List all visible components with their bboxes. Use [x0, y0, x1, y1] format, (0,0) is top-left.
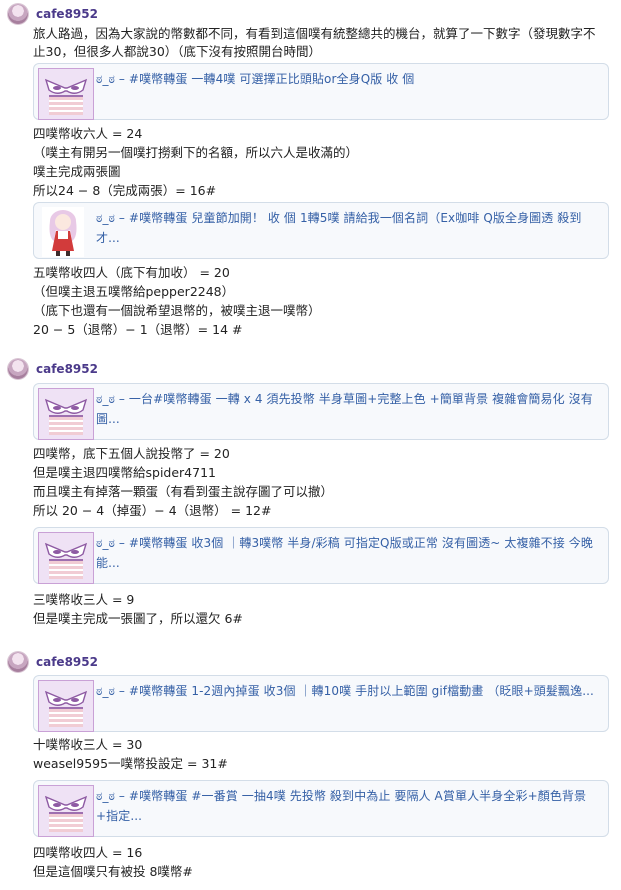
text-line: 所以24 − 8（完成兩張）= 16# [33, 183, 217, 198]
text-line: 十噗幣收三人 = 30 [33, 737, 143, 752]
text-line: 但是噗主退四噗幣給spider4711 [33, 465, 216, 480]
card-link-text[interactable]: ಠ_ಠ – #噗幣轉蛋 1-2週內掉蛋 收3個 ｜轉10噗 手肘以上範圍 gif… [96, 681, 601, 701]
avatar[interactable] [8, 652, 28, 672]
mask-icon [38, 785, 94, 837]
plurk-link-card[interactable]: ಠ_ಠ – #噗幣轉蛋 1-2週內掉蛋 收3個 ｜轉10噗 手肘以上範圍 gif… [33, 675, 609, 732]
author-name[interactable]: cafe8952 [36, 362, 98, 376]
text-line: weasel9595一噗幣投設定 = 31# [33, 756, 228, 771]
mask-icon [38, 680, 94, 732]
text-line: 但是這個噗只有被投 8噗幣# [33, 864, 193, 879]
text-line: 所以 20 − 4（掉蛋）− 4（退幣） = 12# [33, 503, 272, 518]
post-header: cafe8952 [8, 2, 98, 26]
plurk-link-card[interactable]: ಠ_ಠ – #噗幣轉蛋 兒童節加開！ 收 個 1轉5噗 請給我一個名詞（Ex咖啡… [33, 202, 609, 259]
avatar[interactable] [8, 359, 28, 379]
text-line: （噗主有開另一個噗打撈剩下的名額，所以六人是收滿的） [33, 145, 359, 160]
text-line: 但是噗主完成一張圖了，所以還欠 6# [33, 611, 243, 626]
card-link-text[interactable]: ಠ_ಠ – #噗幣轉蛋 收3個 ｜轉3噗幣 半身/彩稿 可指定Q版或正常 沒有圖… [96, 533, 601, 573]
post-intro: 旅人路過，因為大家說的幣數都不同，有看到這個噗有統整總共的機台，就算了一下數字（… [33, 26, 596, 59]
mask-icon [38, 68, 94, 120]
author-name[interactable]: cafe8952 [36, 655, 98, 669]
mask-icon [38, 532, 94, 584]
text-line: （但噗主退五噗幣給pepper2248） [33, 284, 235, 299]
plurk-link-card[interactable]: ಠ_ಠ – #噗幣轉蛋 #一番賞 一抽4噗 先投幣 殺到中為止 要隔人 A賞單人… [33, 780, 609, 837]
text-line: 20 − 5（退幣）− 1（退幣）= 14 # [33, 322, 243, 337]
text-line: 而且噗主有掉落一顆蛋（有看到蛋主說存圖了可以撤） [33, 484, 334, 499]
text-line: 四噗幣收四人 = 16 [33, 845, 143, 860]
card-link-text[interactable]: ಠ_ಠ – 一台#噗幣轉蛋 一轉 x 4 須先投幣 半身草圖+完整上色 +簡單背… [96, 389, 601, 429]
text-line: 四噗幣，底下五個人說投幣了 = 20 [33, 446, 230, 461]
chibi-girl-thumbnail [42, 207, 84, 257]
card-link-text[interactable]: ಠ_ಠ – #噗幣轉蛋 #一番賞 一抽4噗 先投幣 殺到中為止 要隔人 A賞單人… [96, 786, 601, 826]
text-line: 三噗幣收三人 = 9 [33, 592, 135, 607]
post-header: cafe8952 [8, 357, 98, 381]
card-link-text[interactable]: ಠ_ಠ – #噗幣轉蛋 兒童節加開！ 收 個 1轉5噗 請給我一個名詞（Ex咖啡… [96, 208, 601, 248]
plurk-link-card[interactable]: ಠ_ಠ – #噗幣轉蛋 收3個 ｜轉3噗幣 半身/彩稿 可指定Q版或正常 沒有圖… [33, 527, 609, 584]
post-header: cafe8952 [8, 650, 98, 674]
mask-icon [38, 388, 94, 440]
plurk-link-card[interactable]: ಠ_ಠ – 一台#噗幣轉蛋 一轉 x 4 須先投幣 半身草圖+完整上色 +簡單背… [33, 383, 609, 440]
author-name[interactable]: cafe8952 [36, 7, 98, 21]
text-line: 噗主完成兩張圖 [33, 164, 121, 179]
plurk-link-card[interactable]: ಠ_ಠ – #噗幣轉蛋 一轉4噗 可選擇正比頭貼or全身Q版 收 個 [33, 63, 609, 120]
text-line: 五噗幣收四人（底下有加收） = 20 [33, 265, 230, 280]
text-line: 四噗幣收六人 = 24 [33, 126, 143, 141]
text-line: （底下也還有一個說希望退幣的，被噗主退一噗幣） [33, 303, 321, 318]
avatar[interactable] [8, 4, 28, 24]
card-link-text[interactable]: ಠ_ಠ – #噗幣轉蛋 一轉4噗 可選擇正比頭貼or全身Q版 收 個 [96, 69, 601, 89]
